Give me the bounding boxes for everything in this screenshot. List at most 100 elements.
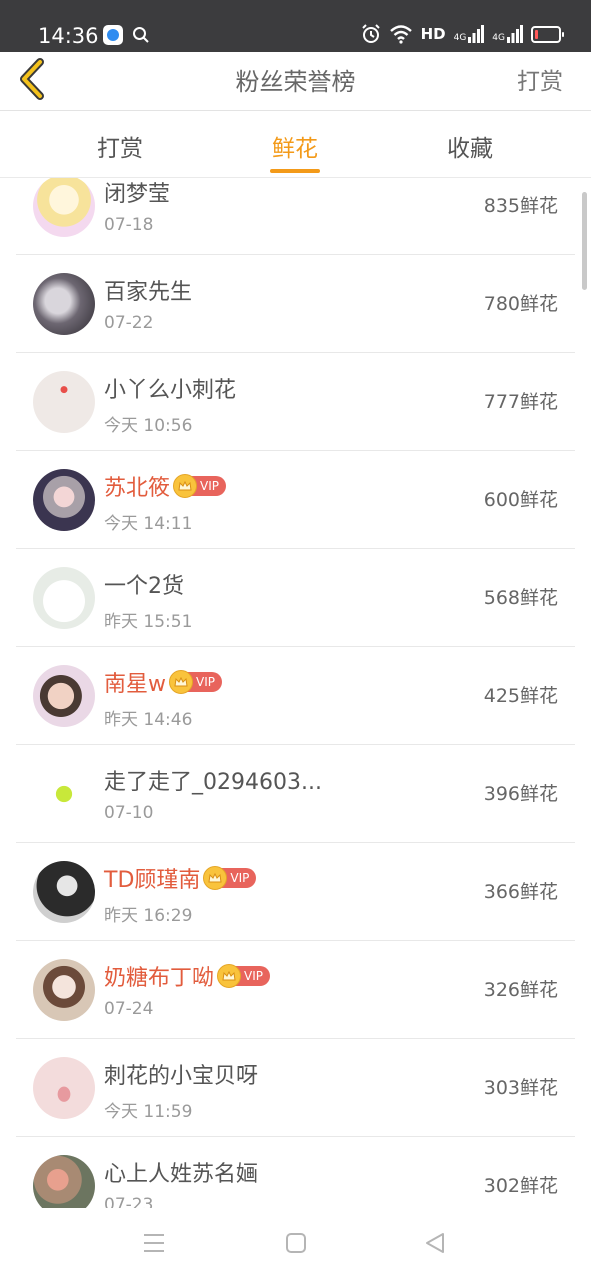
avatar[interactable] bbox=[33, 763, 95, 825]
vip-label: VIP bbox=[200, 479, 219, 493]
vip-badge: VIP bbox=[217, 964, 270, 988]
signal-icon: 4G bbox=[454, 25, 485, 43]
flower-count: 303鲜花 bbox=[483, 1077, 558, 1099]
menu-icon[interactable] bbox=[143, 1232, 165, 1254]
crown-icon bbox=[169, 670, 193, 694]
status-bar: 14:36 HD 4G 4G bbox=[0, 0, 591, 52]
name-line: 百家先生 bbox=[104, 275, 192, 305]
header: 粉丝荣誉榜 打赏 bbox=[0, 52, 591, 111]
vip-badge: VIP bbox=[203, 866, 257, 890]
flower-count: 425鲜花 bbox=[483, 685, 558, 707]
vip-badge: VIP bbox=[169, 670, 222, 694]
fan-row[interactable]: 百家先生 07-22 780鲜花 bbox=[16, 255, 575, 353]
fan-name: 一个2货 bbox=[104, 574, 184, 599]
battery-icon bbox=[531, 25, 564, 43]
system-nav-bar bbox=[0, 1208, 591, 1280]
name-line: 苏北筱 VIP bbox=[104, 471, 226, 501]
vip-label: VIP bbox=[244, 969, 263, 983]
hd-label: HD bbox=[420, 25, 446, 43]
flower-count: 835鲜花 bbox=[483, 195, 558, 217]
flower-count: 780鲜花 bbox=[483, 293, 558, 315]
tab-favorites[interactable]: 收藏 bbox=[410, 129, 530, 163]
page-title: 粉丝荣誉榜 bbox=[235, 68, 356, 96]
flower-count: 600鲜花 bbox=[483, 489, 558, 511]
fan-date: 07-24 bbox=[104, 999, 154, 1019]
flower-count: 326鲜花 bbox=[483, 979, 558, 1001]
fan-row[interactable]: 小丫么小刺花 今天 10:56 777鲜花 bbox=[16, 353, 575, 451]
fan-row[interactable]: 闭梦莹 07-18 835鲜花 bbox=[16, 178, 575, 255]
fan-name: 苏北筱 bbox=[104, 476, 171, 501]
fan-date: 07-10 bbox=[104, 803, 154, 823]
fan-list[interactable]: 闭梦莹 07-18 835鲜花百家先生 07-22 780鲜花小丫么小刺花今天 10:5… bbox=[0, 178, 591, 1208]
name-line: 小丫么小刺花 bbox=[104, 373, 236, 403]
signal-icon: 4G bbox=[492, 25, 523, 43]
status-time: 14:36 bbox=[38, 24, 99, 48]
tab-tip[interactable]: 打赏 bbox=[60, 129, 180, 163]
fan-name: TD顾瑾南 bbox=[104, 868, 201, 893]
name-line: 南星w VIP bbox=[104, 667, 222, 697]
flower-count: 366鲜花 bbox=[483, 881, 558, 903]
fan-row[interactable]: 走了走了_0294603... 07-10 396鲜花 bbox=[16, 745, 575, 843]
avatar[interactable] bbox=[33, 1057, 95, 1119]
avatar[interactable] bbox=[33, 665, 95, 727]
name-line: 走了走了_0294603... bbox=[104, 765, 322, 795]
crown-icon bbox=[203, 866, 228, 890]
name-line: 闭梦莹 bbox=[104, 178, 170, 207]
tab-flowers[interactable]: 鲜花 bbox=[235, 129, 355, 163]
fan-date: 昨天 16:29 bbox=[104, 906, 193, 926]
fan-name: 小丫么小刺花 bbox=[104, 378, 237, 403]
fan-name: 闭梦莹 bbox=[104, 182, 171, 207]
fan-name: 刺花的小宝贝呀 bbox=[104, 1064, 259, 1089]
alarm-icon bbox=[361, 24, 380, 43]
avatar[interactable] bbox=[33, 178, 95, 237]
tip-button[interactable]: 打赏 bbox=[517, 62, 563, 96]
search-icon bbox=[133, 27, 149, 43]
avatar[interactable] bbox=[33, 959, 95, 1021]
crown-icon bbox=[217, 964, 242, 988]
fan-date: 07-18 bbox=[104, 215, 154, 235]
crown-icon bbox=[173, 474, 198, 498]
active-tab-indicator bbox=[270, 169, 320, 173]
signal-label: 4G bbox=[453, 33, 467, 43]
fan-date: 昨天 15:51 bbox=[104, 612, 193, 632]
app-icon bbox=[103, 25, 123, 45]
vip-label: VIP bbox=[196, 675, 215, 689]
avatar[interactable] bbox=[33, 273, 95, 335]
fan-date: 昨天 14:46 bbox=[104, 710, 193, 730]
signal-label: 4G bbox=[492, 33, 505, 43]
fan-date: 今天 11:59 bbox=[104, 1102, 193, 1122]
wifi-icon bbox=[389, 25, 412, 44]
avatar[interactable] bbox=[33, 861, 95, 923]
fan-row[interactable]: 一个2货昨天 15:51 568鲜花 bbox=[16, 549, 575, 647]
fan-date: 07-23 bbox=[104, 1195, 154, 1208]
avatar[interactable] bbox=[33, 469, 95, 531]
fan-name: 南星w bbox=[104, 672, 166, 697]
avatar[interactable] bbox=[33, 1155, 95, 1208]
fan-name: 走了走了_0294603... bbox=[104, 770, 322, 795]
avatar[interactable] bbox=[33, 567, 95, 629]
fan-row[interactable]: 南星w VIP 昨天 14:46 425鲜花 bbox=[16, 647, 575, 745]
name-line: 刺花的小宝贝呀 bbox=[104, 1059, 258, 1089]
avatar[interactable] bbox=[33, 371, 95, 433]
tab-bar: 打赏 鲜花 收藏 bbox=[0, 111, 591, 178]
flower-count: 568鲜花 bbox=[483, 587, 558, 609]
name-line: 心上人姓苏名婳 bbox=[104, 1157, 258, 1187]
back-triangle-icon[interactable] bbox=[424, 1232, 446, 1254]
name-line: 一个2货 bbox=[104, 569, 184, 599]
flower-count: 396鲜花 bbox=[483, 783, 558, 805]
scrollbar[interactable] bbox=[582, 192, 587, 290]
fan-row[interactable]: 心上人姓苏名婳 07-23 302鲜花 bbox=[16, 1137, 575, 1208]
fan-row[interactable]: 刺花的小宝贝呀今天 11:59 303鲜花 bbox=[16, 1039, 575, 1137]
vip-label: VIP bbox=[230, 871, 250, 885]
fan-row[interactable]: TD顾瑾南 VIP 昨天 16:29 366鲜花 bbox=[16, 843, 575, 941]
fan-name: 心上人姓苏名婳 bbox=[104, 1162, 259, 1187]
fan-name: 百家先生 bbox=[104, 280, 193, 305]
fan-date: 今天 10:56 bbox=[104, 416, 193, 436]
fan-row[interactable]: 奶糖布丁呦 VIP 07-24 326鲜花 bbox=[16, 941, 575, 1039]
fan-date: 07-22 bbox=[104, 313, 154, 333]
name-line: TD顾瑾南 VIP bbox=[104, 863, 257, 893]
fan-name: 奶糖布丁呦 bbox=[104, 966, 215, 991]
home-icon[interactable] bbox=[285, 1232, 307, 1254]
name-line: 奶糖布丁呦 VIP bbox=[104, 961, 270, 991]
fan-row[interactable]: 苏北筱 VIP 今天 14:11 600鲜花 bbox=[16, 451, 575, 549]
